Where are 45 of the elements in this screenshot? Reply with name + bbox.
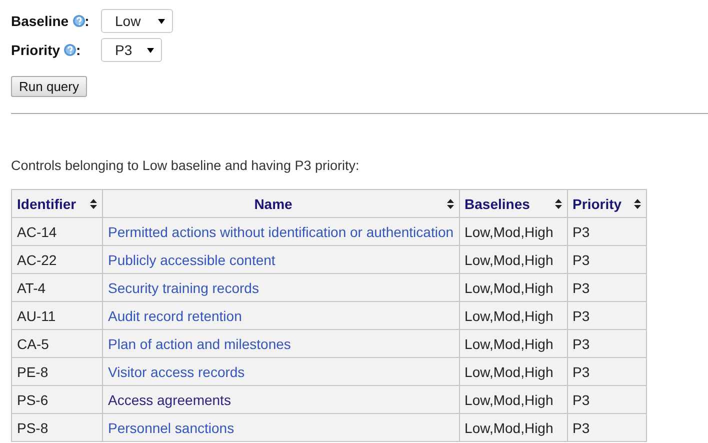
table-cell: PS-6 — [12, 386, 102, 414]
help-icon — [64, 44, 76, 56]
table-cell: Low,Mod,High — [459, 330, 568, 358]
table-cell: Low,Mod,High — [459, 386, 568, 414]
table-cell: Low,Mod,High — [459, 274, 568, 302]
table-cell: P3 — [567, 330, 646, 358]
sort-icon — [90, 198, 97, 208]
dropdown[interactable]: P3 — [101, 38, 162, 62]
table-cell: AT-4 — [12, 274, 102, 302]
column-header[interactable]: Identifier — [12, 190, 102, 218]
sort-icon — [446, 198, 454, 208]
table-cell: Low,Mod,High — [459, 246, 568, 274]
table-cell: AC-22 — [12, 246, 102, 274]
label-colon: : — [84, 13, 90, 29]
table-cell: P3 — [567, 246, 646, 274]
table-cell: CA-5 — [12, 330, 102, 358]
dropdown[interactable]: Low — [101, 9, 173, 33]
table-cell: AU-11 — [12, 302, 102, 330]
table-cell: P3 — [567, 414, 646, 442]
sort-icon — [554, 198, 562, 208]
sort-icon — [634, 198, 641, 208]
column-header[interactable]: Priority — [567, 190, 646, 218]
caret-icon — [147, 48, 154, 52]
table-cell: P3 — [567, 358, 646, 386]
table-cell: P3 — [567, 302, 646, 330]
column-header[interactable]: Name — [102, 190, 460, 218]
table-cell: AC-14 — [12, 218, 102, 246]
table-cell: Low,Mod,High — [459, 302, 568, 330]
label-colon: : — [76, 42, 81, 58]
table-cell: PS-8 — [12, 414, 102, 442]
table-cell: Low,Mod,High — [459, 414, 568, 442]
table-cell: Low,Mod,High — [459, 358, 568, 386]
column-header[interactable]: Baselines — [459, 190, 568, 218]
filter-label: Priority — [11, 42, 60, 58]
table-cell: P3 — [567, 218, 646, 246]
caption-text: Controls belonging to Low baseline and having P3 priority: — [11, 158, 360, 173]
table-cell: PE-8 — [12, 358, 102, 386]
table-cell: P3 — [567, 386, 646, 414]
caret-icon — [158, 18, 165, 24]
filter-label: Baseline — [11, 13, 69, 29]
help-icon — [72, 15, 85, 27]
run-query-button[interactable]: Run query — [11, 76, 87, 97]
control-link[interactable]: Access agreements — [108, 392, 231, 408]
table-cell: Low,Mod,High — [459, 218, 568, 246]
table-cell: P3 — [567, 274, 646, 302]
